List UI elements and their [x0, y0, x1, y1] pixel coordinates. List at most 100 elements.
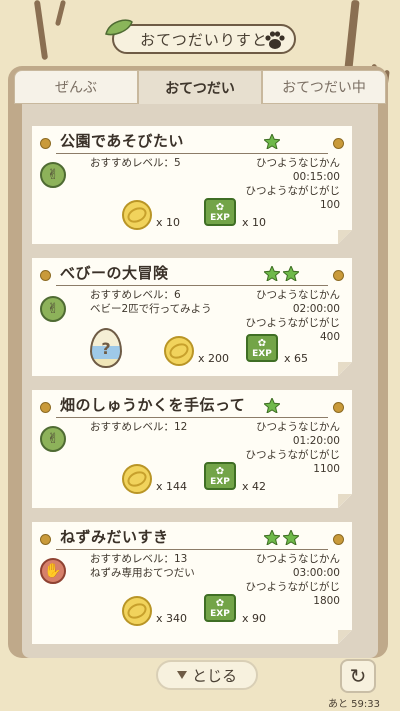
- exp-icon: ✿ EXP: [204, 198, 236, 226]
- close-button[interactable]: とじる: [156, 660, 258, 690]
- recommended-level: おすすめレベル：6: [90, 289, 181, 301]
- tab-help[interactable]: おてつだい: [138, 70, 262, 104]
- difficulty-stars: [264, 398, 280, 413]
- egg-icon: ?: [90, 328, 122, 368]
- peace-hand-icon: ✌: [40, 296, 66, 322]
- exp-icon: ✿ EXP: [204, 594, 236, 622]
- tab-bar: ぜんぶ おてつだい おてつだい中: [14, 70, 386, 104]
- star-icon: [264, 398, 280, 413]
- bg-branch: [54, 0, 67, 27]
- triangle-down-icon: [176, 671, 187, 679]
- time-label: ひつようなじかん: [256, 421, 340, 433]
- requirements: ひつようなじかん 01:20:00 ひつようながじがじ 1100: [246, 420, 341, 476]
- difficulty-stars: [264, 134, 280, 149]
- exp-reward: x 65: [284, 352, 309, 365]
- coin-icon: [122, 200, 152, 230]
- task-card[interactable]: べびーの大冒険 ✌ おすすめレベル：6 ベビー2匹で行ってみよう ひつようなじか…: [32, 258, 352, 376]
- divider: [56, 549, 328, 550]
- exp-label: EXP: [210, 609, 230, 619]
- pin-icon: [40, 534, 51, 545]
- coin-reward: x 200: [198, 352, 230, 365]
- time-label: ひつようなじかん: [256, 157, 340, 169]
- level-info: おすすめレベル：6 ベビー2匹で行ってみよう: [90, 288, 212, 316]
- close-button-label: とじる: [191, 666, 237, 685]
- coin-icon: [122, 596, 152, 626]
- exp-label: EXP: [210, 213, 230, 223]
- page-title: おてつだいりすと: [140, 30, 268, 49]
- cost-label: ひつようながじがじ: [245, 185, 340, 197]
- refresh-button[interactable]: ↻: [340, 659, 376, 693]
- pin-icon: [40, 402, 51, 413]
- pin-icon: [333, 138, 344, 149]
- leaf-icon: [105, 19, 133, 36]
- cost-label: ひつようながじがじ: [245, 449, 340, 461]
- cost-value: 1100: [313, 463, 340, 475]
- exp-reward: x 90: [242, 612, 267, 625]
- peace-hand-icon: ✌: [40, 426, 66, 452]
- task-note: ねずみ専用おてつだい: [90, 567, 195, 579]
- task-title: べびーの大冒険: [60, 264, 169, 282]
- task-note: ベビー2匹で行ってみよう: [90, 303, 212, 315]
- task-card[interactable]: ねずみだいすき ✋ おすすめレベル：13 ねずみ専用おてつだい ひつようなじかん…: [32, 522, 352, 644]
- pin-icon: [40, 270, 51, 281]
- star-icon: [283, 530, 299, 545]
- requirements: ひつようなじかん 00:15:00 ひつようながじがじ 100: [246, 156, 341, 212]
- exp-icon: ✿ EXP: [204, 462, 236, 490]
- cost-label: ひつようながじがじ: [245, 317, 340, 329]
- time-value: 00:15:00: [292, 171, 340, 183]
- star-icon: [264, 530, 280, 545]
- task-title: 公園であそびたい: [60, 132, 184, 150]
- coin-reward: x 144: [156, 480, 188, 493]
- pin-icon: [40, 138, 51, 149]
- exp-label: EXP: [210, 477, 230, 487]
- page-title-plaque: おてつだいりすと: [105, 19, 296, 54]
- cost-value: 100: [319, 199, 340, 211]
- level-info: おすすめレベル：12: [90, 420, 187, 434]
- star-icon: [264, 266, 280, 281]
- requirements: ひつようなじかん 03:00:00 ひつようながじがじ 1800: [246, 552, 341, 608]
- divider: [56, 417, 328, 418]
- paper-hand-icon: ✋: [40, 558, 66, 584]
- tab-in-progress[interactable]: おてつだい中: [262, 70, 386, 104]
- time-value: 02:00:00: [292, 303, 340, 315]
- pin-icon: [333, 534, 344, 545]
- bg-branch: [344, 0, 360, 71]
- coin-reward: x 10: [156, 216, 181, 229]
- refresh-icon: ↻: [349, 664, 367, 688]
- task-card[interactable]: 公園であそびたい ✌ おすすめレベル：5 ひつようなじかん 00:15:00 ひ…: [32, 126, 352, 244]
- time-value: 01:20:00: [292, 435, 340, 447]
- task-card[interactable]: 畑のしゅうかくを手伝って ✌ おすすめレベル：12 ひつようなじかん 01:20…: [32, 390, 352, 508]
- tab-all[interactable]: ぜんぶ: [14, 70, 138, 104]
- paw-icon: [265, 31, 285, 49]
- star-icon: [283, 266, 299, 281]
- task-title: 畑のしゅうかくを手伝って: [60, 396, 246, 414]
- time-label: ひつようなじかん: [256, 553, 340, 565]
- coin-icon: [164, 336, 194, 366]
- coin-reward: x 340: [156, 612, 188, 625]
- exp-reward: x 42: [242, 480, 267, 493]
- coin-icon: [122, 464, 152, 494]
- exp-icon: ✿ EXP: [246, 334, 278, 362]
- time-value: 03:00:00: [292, 567, 340, 579]
- pin-icon: [333, 270, 344, 281]
- remaining-time: あと 59:33: [328, 699, 380, 710]
- level-info: おすすめレベル：13 ねずみ専用おてつだい: [90, 552, 195, 580]
- time-label: ひつようなじかん: [256, 289, 340, 301]
- difficulty-stars: [264, 266, 299, 281]
- egg-question-mark: ?: [101, 338, 111, 358]
- bg-branch: [33, 0, 49, 61]
- pin-icon: [333, 402, 344, 413]
- cost-value: 1800: [313, 595, 340, 607]
- exp-label: EXP: [252, 349, 272, 359]
- recommended-level: おすすめレベル：13: [90, 553, 188, 565]
- exp-reward: x 10: [242, 216, 267, 229]
- peace-hand-icon: ✌: [40, 162, 66, 188]
- star-icon: [264, 134, 280, 149]
- divider: [56, 285, 328, 286]
- cost-label: ひつようながじがじ: [245, 581, 340, 593]
- recommended-level: おすすめレベル：5: [90, 157, 181, 169]
- divider: [56, 153, 328, 154]
- level-info: おすすめレベル：5: [90, 156, 181, 170]
- difficulty-stars: [264, 530, 299, 545]
- task-title: ねずみだいすき: [60, 528, 169, 546]
